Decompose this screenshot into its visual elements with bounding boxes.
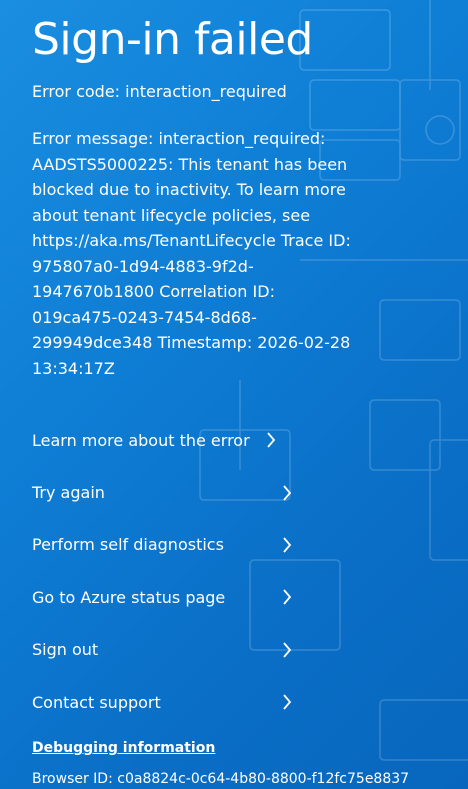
chevron-right-icon	[283, 694, 292, 710]
chevron-right-icon	[283, 589, 292, 605]
link-label: Try again	[32, 483, 105, 503]
link-label: Go to Azure status page	[32, 587, 226, 607]
azure-status-link[interactable]: Go to Azure status page	[32, 571, 292, 623]
error-code: Error code: interaction_required	[32, 82, 287, 101]
chevron-right-icon	[283, 642, 292, 658]
error-message: Error message: interaction_required: AAD…	[32, 129, 351, 378]
browser-id: Browser ID: c0a8824c-0c64-4b80-8800-f12f…	[32, 771, 410, 787]
link-label: Learn more about the error	[32, 430, 250, 450]
try-again-link[interactable]: Try again	[32, 466, 292, 518]
page-title: Sign-in failed	[32, 14, 313, 65]
link-label: Contact support	[32, 692, 161, 712]
chevron-right-icon	[283, 537, 292, 553]
debugging-information-link[interactable]: Debugging information	[32, 740, 215, 756]
sign-out-link[interactable]: Sign out	[32, 624, 292, 676]
learn-more-link[interactable]: Learn more about the error	[32, 414, 276, 466]
self-diagnostics-link[interactable]: Perform self diagnostics	[32, 519, 292, 571]
contact-support-link[interactable]: Contact support	[32, 676, 292, 728]
link-label: Sign out	[32, 640, 99, 660]
chevron-right-icon	[267, 432, 276, 448]
action-links: Learn more about the error Try again Per…	[32, 414, 292, 728]
chevron-right-icon	[283, 484, 292, 501]
link-label: Perform self diagnostics	[32, 535, 224, 555]
